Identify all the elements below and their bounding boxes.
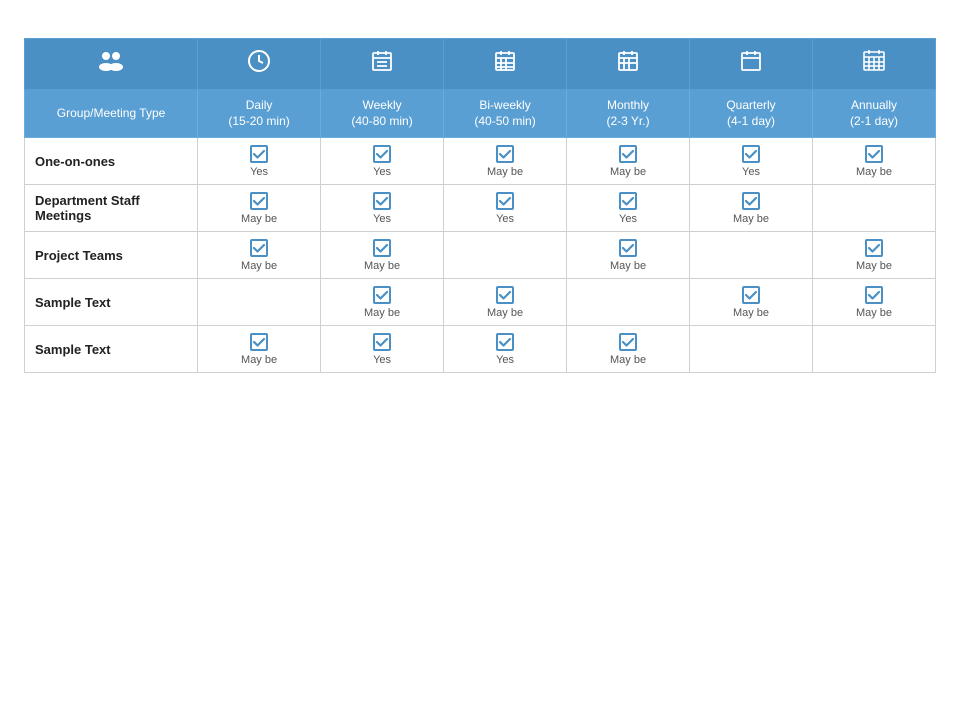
row-label-4: Sample Text <box>25 326 198 373</box>
clock-icon <box>198 39 321 90</box>
cell-r4-c4 <box>690 326 813 373</box>
cell-r4-c2: Yes <box>444 326 567 373</box>
column-header-4: Monthly(2-3 Yr.) <box>567 90 690 138</box>
cell-r1-c4: May be <box>690 185 813 232</box>
column-header-0: Group/Meeting Type <box>25 90 198 138</box>
row-label-0: One-on-ones <box>25 138 198 185</box>
cell-r1-c3: Yes <box>567 185 690 232</box>
row-label-1: Department Staff Meetings <box>25 185 198 232</box>
cell-r3-c0 <box>198 279 321 326</box>
cell-r0-c3: May be <box>567 138 690 185</box>
cell-r4-c0: May be <box>198 326 321 373</box>
table-row: Project Teams May be May be May be May b… <box>25 232 936 279</box>
cell-r2-c1: May be <box>321 232 444 279</box>
cell-r3-c4: May be <box>690 279 813 326</box>
cell-r3-c2: May be <box>444 279 567 326</box>
calendar-biweekly-icon <box>444 39 567 90</box>
calendar-annually-icon <box>813 39 936 90</box>
cell-r1-c5 <box>813 185 936 232</box>
column-header-2: Weekly(40-80 min) <box>321 90 444 138</box>
cell-r2-c2 <box>444 232 567 279</box>
column-header-1: Daily(15-20 min) <box>198 90 321 138</box>
cell-r4-c3: May be <box>567 326 690 373</box>
cell-r2-c5: May be <box>813 232 936 279</box>
row-label-3: Sample Text <box>25 279 198 326</box>
cell-r0-c4: Yes <box>690 138 813 185</box>
calendar-monthly-icon <box>567 39 690 90</box>
cell-r2-c3: May be <box>567 232 690 279</box>
calendar-weekly-icon <box>321 39 444 90</box>
cell-r3-c5: May be <box>813 279 936 326</box>
table-row: Sample Text May be May be May be May be <box>25 279 936 326</box>
table-row: Sample Text May be Yes Yes May be <box>25 326 936 373</box>
cell-r0-c1: Yes <box>321 138 444 185</box>
cell-r2-c0: May be <box>198 232 321 279</box>
cell-r1-c1: Yes <box>321 185 444 232</box>
cell-r3-c1: May be <box>321 279 444 326</box>
cell-r4-c1: Yes <box>321 326 444 373</box>
cell-r4-c5 <box>813 326 936 373</box>
cell-r0-c5: May be <box>813 138 936 185</box>
cell-r1-c2: Yes <box>444 185 567 232</box>
cell-r3-c3 <box>567 279 690 326</box>
cell-r0-c0: Yes <box>198 138 321 185</box>
table-row: Department Staff Meetings May be Yes Yes… <box>25 185 936 232</box>
cell-r0-c2: May be <box>444 138 567 185</box>
column-header-6: Annually(2-1 day) <box>813 90 936 138</box>
table-row: One-on-ones Yes Yes May be May be Yes Ma… <box>25 138 936 185</box>
column-header-5: Quarterly(4-1 day) <box>690 90 813 138</box>
cell-r2-c4 <box>690 232 813 279</box>
cell-r1-c0: May be <box>198 185 321 232</box>
group-icon <box>25 39 198 90</box>
calendar-quarterly-icon <box>690 39 813 90</box>
row-label-2: Project Teams <box>25 232 198 279</box>
column-header-3: Bi-weekly(40-50 min) <box>444 90 567 138</box>
cadence-table: Group/Meeting TypeDaily(15-20 min)Weekly… <box>24 38 936 373</box>
